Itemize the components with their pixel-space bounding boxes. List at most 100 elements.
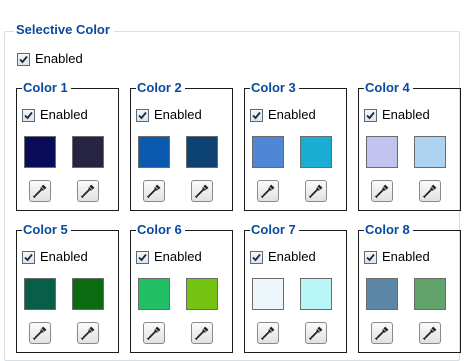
target-picker-button[interactable] [305,180,327,202]
checkmark-icon [19,55,28,63]
checkbox-box[interactable] [136,250,149,264]
eyedropper-icon [374,326,389,341]
target-color-swatch[interactable] [186,136,218,168]
checkbox-box[interactable] [364,108,377,122]
source-color-swatch[interactable] [138,278,170,310]
eyedropper-icon [194,326,209,341]
eyedropper-icon [194,184,209,199]
eyedropper-icon [80,326,95,341]
checkmark-icon [138,253,147,261]
eyedropper-icon [146,326,161,341]
target-color-swatch[interactable] [72,278,104,310]
target-color-swatch[interactable] [300,278,332,310]
eyedropper-icon [260,326,275,341]
color-group-3: Color 3 Enabled [244,80,347,211]
selective-color-enabled-checkbox[interactable]: Enabled [17,51,83,67]
eyedropper-icon [374,184,389,199]
source-picker-button[interactable] [257,322,279,344]
checkmark-icon [252,253,261,261]
checkmark-icon [252,111,261,119]
color-group-title: Color 2 [136,80,185,96]
target-color-swatch[interactable] [186,278,218,310]
color-group-title: Color 6 [136,222,185,238]
color-enabled-label: Enabled [154,107,202,122]
target-picker-button[interactable] [419,180,441,202]
color-group-2: Color 2 Enabled [130,80,233,211]
target-picker-button[interactable] [419,322,441,344]
color-group-6: Color 6 Enabled [130,222,233,353]
source-color-swatch[interactable] [252,136,284,168]
checkmark-icon [24,253,33,261]
color-enabled-checkbox[interactable]: Enabled [136,249,202,265]
color-enabled-label: Enabled [40,107,88,122]
checkmark-icon [24,111,33,119]
source-picker-button[interactable] [257,180,279,202]
checkmark-icon [366,111,375,119]
source-color-swatch[interactable] [366,136,398,168]
checkbox-box[interactable] [22,250,35,264]
color-group-title: Color 5 [22,222,71,238]
eyedropper-icon [308,184,323,199]
color-group-title: Color 8 [364,222,413,238]
color-enabled-label: Enabled [40,249,88,264]
color-group-4: Color 4 Enabled [358,80,461,211]
eyedropper-icon [308,326,323,341]
eyedropper-icon [146,184,161,199]
color-enabled-label: Enabled [154,249,202,264]
source-picker-button[interactable] [29,322,51,344]
color-group-title: Color 4 [364,80,413,96]
color-group-1: Color 1 Enabled [16,80,119,211]
color-enabled-checkbox[interactable]: Enabled [250,107,316,123]
color-group-8: Color 8 Enabled [358,222,461,353]
checkbox-box[interactable] [136,108,149,122]
eyedropper-icon [80,184,95,199]
eyedropper-icon [260,184,275,199]
color-enabled-checkbox[interactable]: Enabled [136,107,202,123]
color-enabled-checkbox[interactable]: Enabled [364,107,430,123]
target-picker-button[interactable] [77,180,99,202]
color-enabled-checkbox[interactable]: Enabled [22,249,88,265]
selective-color-enabled-label: Enabled [35,51,83,66]
color-enabled-checkbox[interactable]: Enabled [250,249,316,265]
source-picker-button[interactable] [143,180,165,202]
color-enabled-label: Enabled [382,249,430,264]
eyedropper-icon [32,184,47,199]
source-color-swatch[interactable] [252,278,284,310]
color-enabled-label: Enabled [268,249,316,264]
target-picker-button[interactable] [191,180,213,202]
source-picker-button[interactable] [371,322,393,344]
checkbox-box[interactable] [22,108,35,122]
color-group-title: Color 7 [250,222,299,238]
target-color-swatch[interactable] [414,278,446,310]
color-group-7: Color 7 Enabled [244,222,347,353]
checkbox-box[interactable] [17,52,30,66]
color-enabled-checkbox[interactable]: Enabled [364,249,430,265]
selective-color-title: Selective Color [14,21,114,39]
target-color-swatch[interactable] [414,136,446,168]
source-color-swatch[interactable] [24,136,56,168]
eyedropper-icon [32,326,47,341]
checkmark-icon [138,111,147,119]
target-picker-button[interactable] [191,322,213,344]
eyedropper-icon [422,326,437,341]
source-color-swatch[interactable] [24,278,56,310]
checkmark-icon [366,253,375,261]
color-enabled-checkbox[interactable]: Enabled [22,107,88,123]
checkbox-box[interactable] [250,108,263,122]
color-enabled-label: Enabled [382,107,430,122]
source-picker-button[interactable] [29,180,51,202]
checkbox-box[interactable] [364,250,377,264]
target-picker-button[interactable] [305,322,327,344]
source-picker-button[interactable] [371,180,393,202]
source-color-swatch[interactable] [366,278,398,310]
color-enabled-label: Enabled [268,107,316,122]
color-group-5: Color 5 Enabled [16,222,119,353]
checkbox-box[interactable] [250,250,263,264]
target-picker-button[interactable] [77,322,99,344]
color-group-title: Color 1 [22,80,71,96]
source-picker-button[interactable] [143,322,165,344]
color-group-title: Color 3 [250,80,299,96]
target-color-swatch[interactable] [300,136,332,168]
target-color-swatch[interactable] [72,136,104,168]
source-color-swatch[interactable] [138,136,170,168]
